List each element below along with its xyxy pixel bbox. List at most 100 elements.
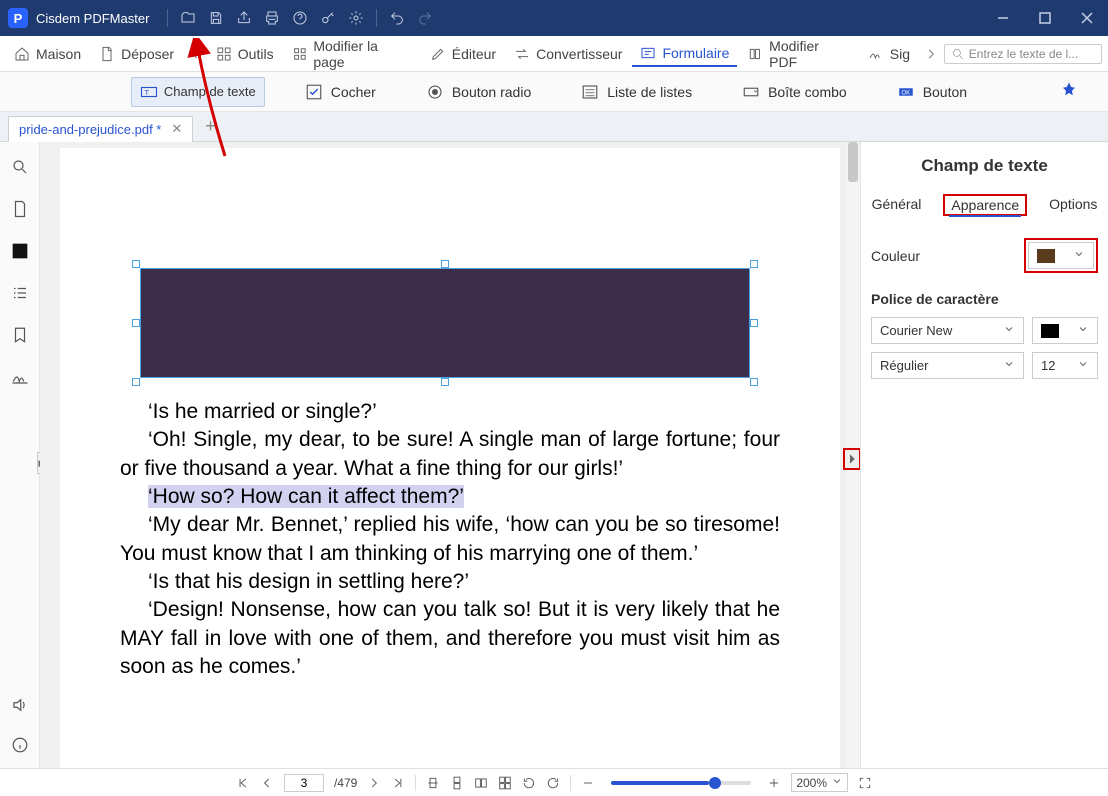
font-color-selector[interactable] [1032, 317, 1098, 344]
form-toolbar: TChamp de texte Cocher Bouton radio List… [0, 72, 1108, 112]
tab-home[interactable]: Maison [6, 42, 89, 66]
page-text-6: ‘Design! Nonsense, how can you talk so! … [120, 596, 780, 681]
tool-button[interactable]: OKBouton [887, 77, 977, 107]
color-label: Couleur [871, 248, 1016, 264]
font-size-selector[interactable]: 12 [1032, 352, 1098, 379]
view-two-page-icon[interactable] [474, 776, 488, 790]
tab-editor[interactable]: Éditeur [422, 42, 504, 66]
font-section-label: Police de caractère [871, 291, 1098, 307]
view-continuous-icon[interactable] [450, 776, 464, 790]
tab-sig[interactable]: Sig [860, 42, 918, 66]
right-panel-toggle[interactable] [843, 448, 860, 470]
page-total-label: /479 [334, 776, 357, 790]
zoom-in-button[interactable] [767, 776, 781, 790]
svg-text:T: T [144, 88, 149, 97]
tab-sig-label: Sig [890, 46, 910, 62]
zoom-out-button[interactable] [581, 776, 595, 790]
tool-radio[interactable]: Bouton radio [416, 77, 541, 107]
properties-panel: Champ de texte Général Apparence Options… [860, 142, 1108, 768]
close-button[interactable] [1066, 0, 1108, 36]
tool-combo[interactable]: Boîte combo [732, 77, 857, 107]
font-name-selector[interactable]: Courier New [871, 317, 1024, 344]
share-icon[interactable] [230, 4, 258, 32]
close-tab-icon[interactable]: ✕ [171, 121, 182, 137]
tool-checkbox-label: Cocher [331, 84, 376, 100]
toolbar-next[interactable] [920, 47, 942, 61]
zoom-selector[interactable]: 200% [791, 773, 848, 792]
zoom-slider[interactable] [611, 781, 751, 785]
tab-converter-label: Convertisseur [536, 46, 622, 62]
svg-text:OK: OK [901, 90, 910, 96]
tab-form-label: Formulaire [662, 45, 729, 61]
save-icon[interactable] [202, 4, 230, 32]
font-weight-selector[interactable]: Régulier [871, 352, 1024, 379]
page-text-2: ‘Oh! Single, my dear, to be sure! A sing… [120, 426, 780, 483]
highlighted-text: ‘How so? How can it affect them?’ [148, 485, 464, 508]
tool-listbox[interactable]: Liste de listes [571, 77, 702, 107]
tab-form[interactable]: Formulaire [632, 41, 737, 67]
sidebar-sign-icon[interactable] [5, 362, 35, 392]
page-number-input[interactable] [284, 774, 324, 792]
sidebar-search-icon[interactable] [5, 152, 35, 182]
print-icon[interactable] [258, 4, 286, 32]
open-file-icon[interactable] [174, 4, 202, 32]
svg-text:A: A [17, 247, 23, 257]
pdf-page: ‘Is he married or single?’ ‘Oh! Single, … [60, 148, 840, 768]
page-prev-button[interactable] [260, 776, 274, 790]
settings-icon[interactable] [342, 4, 370, 32]
tab-modify-page[interactable]: Modifier la page [284, 34, 420, 74]
page-text-1: ‘Is he married or single?’ [120, 398, 780, 426]
zoom-value: 200% [796, 776, 827, 790]
tab-converter[interactable]: Convertisseur [506, 42, 630, 66]
undo-icon[interactable] [383, 4, 411, 32]
tool-radio-label: Bouton radio [452, 84, 531, 100]
redo-icon[interactable] [411, 4, 439, 32]
minimize-button[interactable] [982, 0, 1024, 36]
rotate-right-icon[interactable] [546, 776, 560, 790]
sidebar-bookmark-icon[interactable] [5, 320, 35, 350]
tab-deposit[interactable]: Déposer [91, 42, 182, 66]
document-tab-bar: pride-and-prejudice.pdf * ✕ + [0, 112, 1108, 142]
tab-tools[interactable]: Outils [208, 42, 282, 66]
sidebar-info-icon[interactable] [5, 730, 35, 760]
tab-editor-label: Éditeur [452, 46, 496, 62]
document-tab[interactable]: pride-and-prejudice.pdf * ✕ [8, 116, 193, 142]
sidebar-text-icon[interactable]: A [5, 236, 35, 266]
view-single-page-icon[interactable] [426, 776, 440, 790]
search-input[interactable]: Entrez le texte de l... [944, 44, 1102, 64]
page-text-3: ‘How so? How can it affect them?’ [120, 483, 780, 511]
help-icon[interactable] [286, 4, 314, 32]
tab-deposit-label: Déposer [121, 46, 174, 62]
panel-tab-general[interactable]: Général [870, 194, 924, 216]
sidebar-outline-icon[interactable] [5, 278, 35, 308]
panel-tab-options[interactable]: Options [1047, 194, 1099, 216]
tab-home-label: Maison [36, 46, 81, 62]
tab-modify-pdf[interactable]: Modifier PDF [739, 34, 857, 74]
key-icon[interactable] [314, 4, 342, 32]
tab-modify-pdf-label: Modifier PDF [769, 38, 850, 70]
form-text-field[interactable] [140, 268, 750, 378]
tool-text-field[interactable]: TChamp de texte [131, 77, 265, 107]
sidebar-page-icon[interactable] [5, 194, 35, 224]
pin-toolbar-icon[interactable] [1060, 81, 1078, 102]
document-viewport[interactable]: ‘Is he married or single?’ ‘Oh! Single, … [40, 142, 860, 768]
rotate-left-icon[interactable] [522, 776, 536, 790]
add-tab-button[interactable]: + [199, 116, 222, 137]
panel-tab-appearance[interactable]: Apparence [949, 195, 1021, 217]
page-next-button[interactable] [367, 776, 381, 790]
page-last-button[interactable] [391, 776, 405, 790]
view-two-cont-icon[interactable] [498, 776, 512, 790]
status-bar: /479 200% [0, 768, 1108, 796]
tool-checkbox[interactable]: Cocher [295, 77, 386, 107]
app-logo: P [8, 8, 28, 28]
maximize-button[interactable] [1024, 0, 1066, 36]
panel-title: Champ de texte [871, 156, 1098, 176]
color-selector[interactable] [1028, 242, 1094, 269]
sidebar-audio-icon[interactable] [5, 690, 35, 720]
field-selection-frame[interactable] [132, 260, 758, 386]
fullscreen-icon[interactable] [858, 776, 872, 790]
page-text-5: ‘Is that his design in settling here?’ [120, 568, 780, 596]
tool-combo-label: Boîte combo [768, 84, 847, 100]
toolbar-prev[interactable] [184, 47, 206, 61]
page-first-button[interactable] [236, 776, 250, 790]
